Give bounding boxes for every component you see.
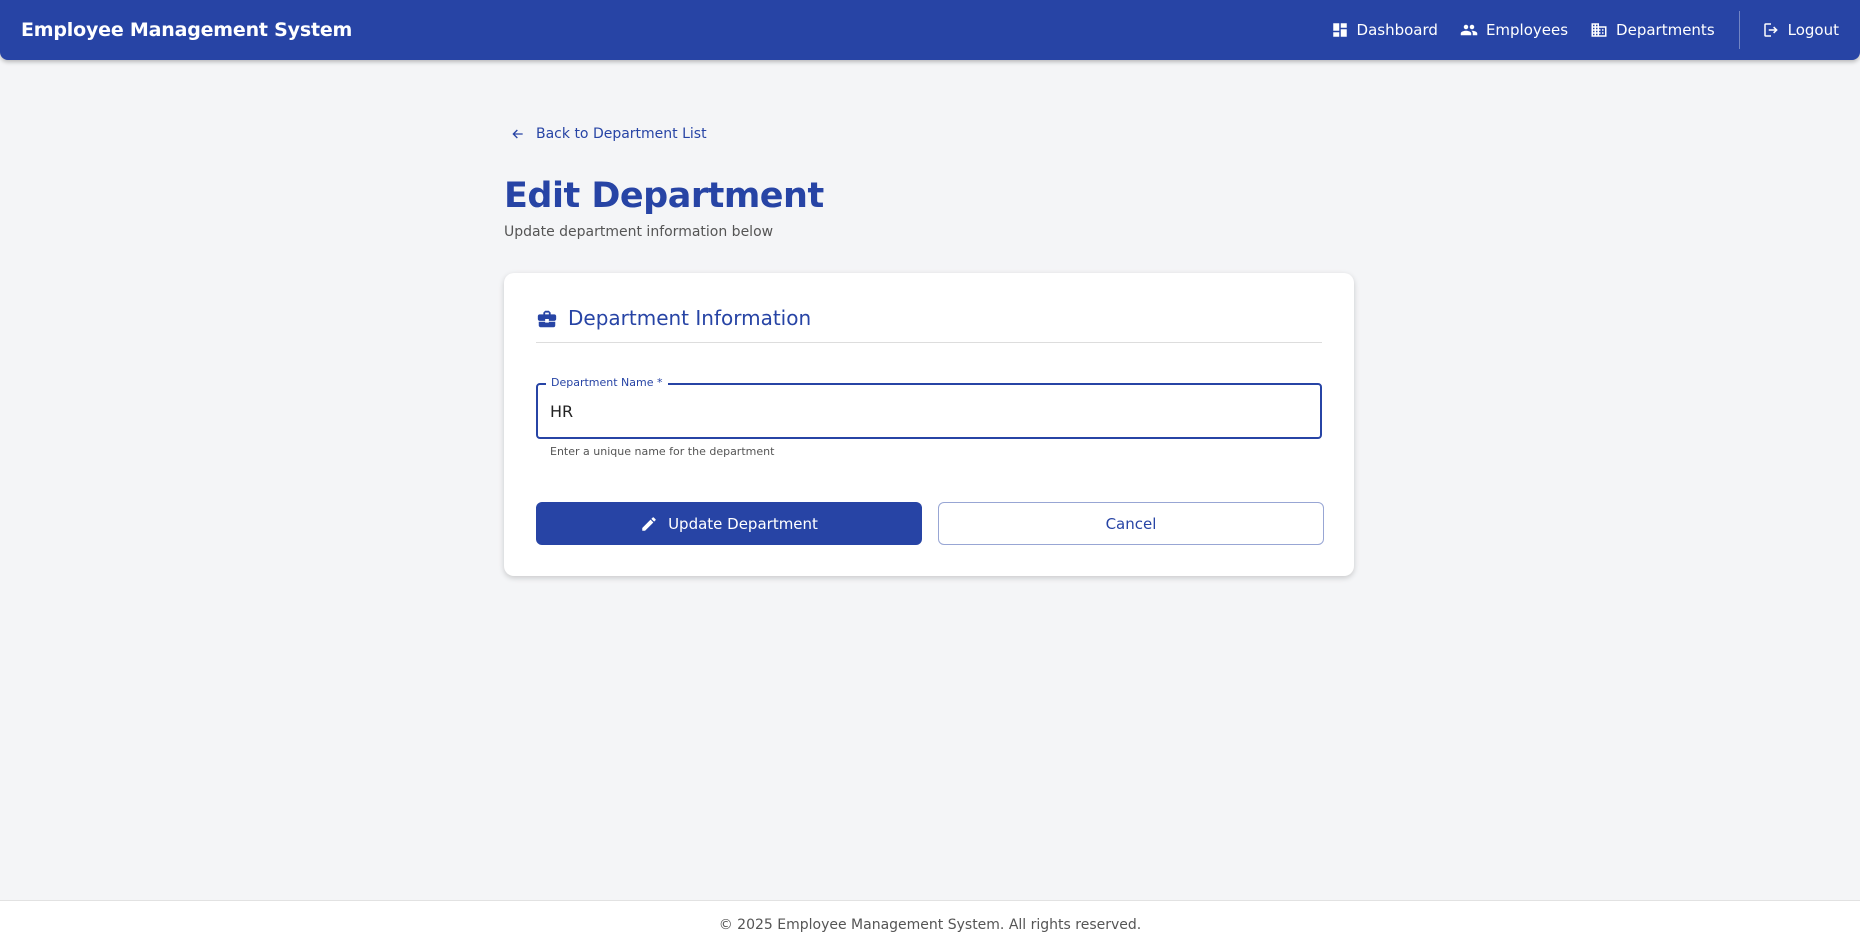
logout-label: Logout xyxy=(1787,21,1839,39)
nav-dashboard[interactable]: Dashboard xyxy=(1331,21,1438,39)
page-header: Back to Department List Edit Department … xyxy=(504,120,1354,240)
people-icon xyxy=(1460,24,1478,36)
card-title: Department Information xyxy=(568,306,812,330)
arrow-left-icon xyxy=(512,129,523,139)
nav-employees-label: Employees xyxy=(1485,21,1569,39)
top-nav: Dashboard Employees Departments Logout xyxy=(1309,0,1839,60)
briefcase-icon xyxy=(537,310,557,328)
nav-employees[interactable]: Employees xyxy=(1460,21,1568,39)
back-link[interactable]: Back to Department List xyxy=(510,120,1354,148)
update-department-button[interactable]: Update Department xyxy=(536,502,922,545)
logout-icon xyxy=(1763,23,1778,37)
back-link-label: Back to Department List xyxy=(536,126,707,142)
footer-text: © 2025 Employee Management System. All r… xyxy=(718,917,1142,933)
nav-dashboard-label: Dashboard xyxy=(1356,21,1438,39)
page-subtitle: Update department information below xyxy=(504,224,774,240)
nav-departments-label: Departments xyxy=(1616,21,1715,39)
department-name-helper: Enter a unique name for the department xyxy=(550,445,775,458)
pencil-icon xyxy=(642,516,656,531)
nav-divider xyxy=(1738,11,1740,49)
department-form-card: Department Information Department Name *… xyxy=(504,273,1354,576)
card-header: Department Information xyxy=(536,306,1322,343)
page-title: Edit Department xyxy=(504,176,824,216)
department-name-field: Department Name * xyxy=(536,376,1322,439)
cancel-button[interactable]: Cancel xyxy=(938,502,1324,545)
app-header: Employee Management System Dashboard Emp… xyxy=(0,0,1860,60)
app-title: Employee Management System xyxy=(21,19,353,41)
update-department-label: Update Department xyxy=(668,514,818,533)
dashboard-icon xyxy=(1332,23,1347,37)
logout-button[interactable]: Logout xyxy=(1762,21,1839,39)
nav-departments[interactable]: Departments xyxy=(1590,21,1715,39)
department-name-input[interactable] xyxy=(550,385,1308,437)
cancel-label: Cancel xyxy=(1105,514,1157,533)
building-icon xyxy=(1591,23,1607,37)
footer: © 2025 Employee Management System. All r… xyxy=(0,900,1860,949)
